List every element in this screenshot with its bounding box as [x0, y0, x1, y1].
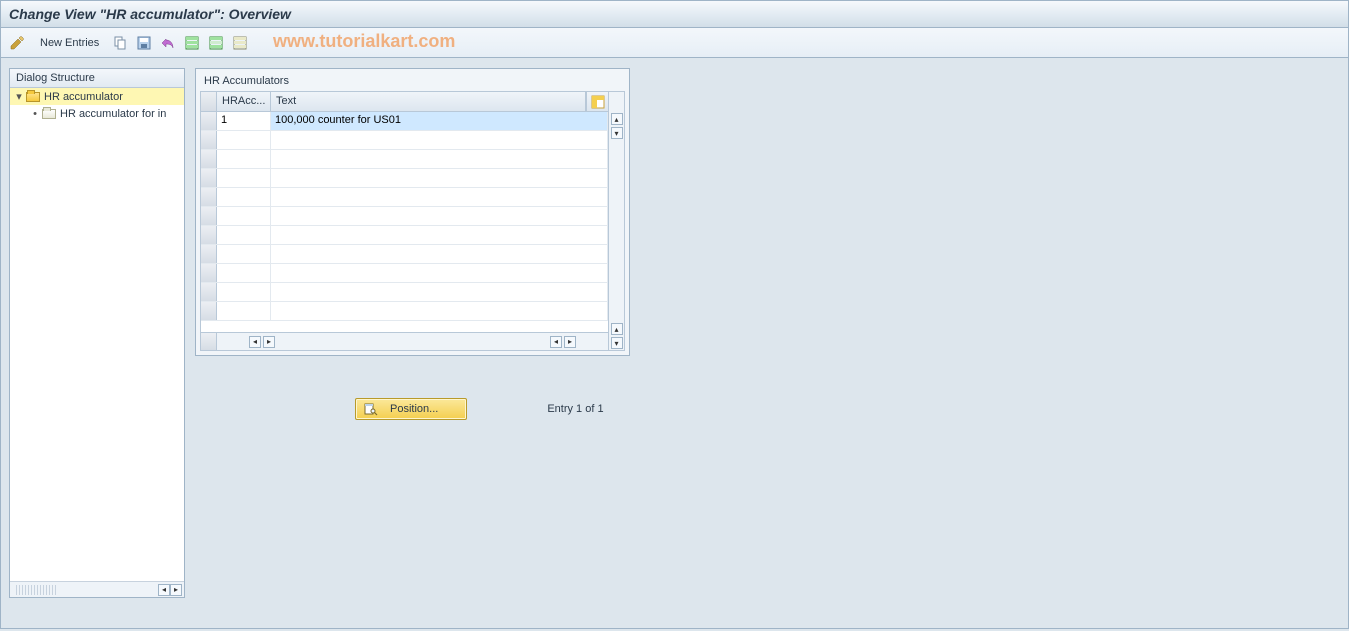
row-selector[interactable]	[201, 302, 217, 320]
dialog-structure-panel: Dialog Structure ▾ HR accumulator • HR a…	[9, 68, 185, 598]
cell-hracc[interactable]	[217, 226, 271, 244]
position-icon	[364, 402, 378, 416]
copy-icon[interactable]	[110, 33, 130, 53]
row-selector[interactable]	[201, 283, 217, 301]
row-selector-header[interactable]	[201, 92, 217, 111]
dialog-structure-hscroll: ◂ ▸	[10, 581, 184, 597]
cell-text[interactable]	[271, 264, 608, 282]
cell-hracc[interactable]	[217, 207, 271, 225]
dialog-structure-tree: ▾ HR accumulator • HR accumulator for in	[10, 88, 184, 581]
table-row[interactable]	[201, 302, 608, 321]
main-content: HR Accumulators HRAcc... Text 1	[195, 68, 630, 420]
scroll-right-icon[interactable]: ▸	[170, 584, 182, 596]
dialog-structure-header: Dialog Structure	[10, 69, 184, 88]
title-bar: Change View "HR accumulator": Overview	[0, 0, 1349, 28]
cell-hracc[interactable]	[217, 150, 271, 168]
cell-text[interactable]	[271, 188, 608, 206]
cell-hracc[interactable]	[217, 283, 271, 301]
scroll-down-icon[interactable]: ▾	[611, 337, 623, 349]
work-area: Dialog Structure ▾ HR accumulator • HR a…	[0, 58, 1349, 629]
cell-hracc[interactable]	[217, 131, 271, 149]
row-selector[interactable]	[201, 226, 217, 244]
row-selector[interactable]	[201, 264, 217, 282]
row-selector[interactable]	[201, 207, 217, 225]
position-button-label: Position...	[390, 403, 438, 415]
row-selector[interactable]	[201, 245, 217, 263]
position-button[interactable]: Position...	[355, 398, 467, 420]
scroll-up-icon[interactable]: ▴	[611, 323, 623, 335]
row-selector[interactable]	[201, 131, 217, 149]
table-row[interactable]	[201, 245, 608, 264]
table-hscroll: ◂ ▸ ◂ ▸	[201, 332, 608, 350]
table-row[interactable]	[201, 169, 608, 188]
table-title: HR Accumulators	[200, 73, 625, 91]
page-title: Change View "HR accumulator": Overview	[9, 6, 291, 22]
table-grid: HRAcc... Text 1 100,000 counter for US01	[200, 91, 625, 351]
scroll-left-icon[interactable]: ◂	[158, 584, 170, 596]
cell-text[interactable]	[271, 207, 608, 225]
cell-text[interactable]	[271, 283, 608, 301]
cell-hracc[interactable]	[217, 245, 271, 263]
bottom-row: Position... Entry 1 of 1	[195, 398, 630, 420]
cell-text[interactable]: 100,000 counter for US01	[271, 112, 608, 130]
scroll-grip-icon[interactable]	[16, 585, 56, 595]
scroll-down-icon[interactable]: ▾	[611, 127, 623, 139]
table-row[interactable]	[201, 131, 608, 150]
table-row[interactable]: 1 100,000 counter for US01	[201, 112, 608, 131]
hr-accumulators-panel: HR Accumulators HRAcc... Text 1	[195, 68, 630, 356]
row-selector[interactable]	[201, 169, 217, 187]
new-entries-button[interactable]: New Entries	[33, 34, 106, 52]
cell-text[interactable]	[271, 226, 608, 244]
tree-collapse-icon[interactable]: ▾	[14, 90, 24, 103]
tree-item-hr-accumulator-child[interactable]: • HR accumulator for in	[10, 105, 184, 122]
tree-bullet-icon: •	[30, 108, 40, 120]
deselect-all-icon[interactable]	[230, 33, 250, 53]
save-variant-icon[interactable]	[134, 33, 154, 53]
scroll-up-icon[interactable]: ▴	[611, 113, 623, 125]
cell-text[interactable]	[271, 150, 608, 168]
row-selector[interactable]	[201, 112, 217, 130]
cell-hracc[interactable]	[217, 188, 271, 206]
cell-hracc[interactable]: 1	[217, 112, 271, 130]
col-text-header[interactable]: Text	[271, 92, 586, 111]
table-row[interactable]	[201, 226, 608, 245]
undo-icon[interactable]	[158, 33, 178, 53]
tree-item-hr-accumulator[interactable]: ▾ HR accumulator	[10, 88, 184, 105]
cell-text[interactable]	[271, 245, 608, 263]
table-row[interactable]	[201, 207, 608, 226]
cell-hracc[interactable]	[217, 169, 271, 187]
folder-closed-icon	[42, 109, 56, 119]
table-row[interactable]	[201, 264, 608, 283]
table-vscroll: ▴ ▾ ▴ ▾	[608, 92, 624, 350]
cell-hracc[interactable]	[217, 264, 271, 282]
scroll-right-icon[interactable]: ▸	[263, 336, 275, 348]
scroll-left-icon[interactable]: ◂	[550, 336, 562, 348]
table-row[interactable]	[201, 188, 608, 207]
tree-item-label: HR accumulator	[44, 91, 123, 103]
select-block-icon[interactable]	[206, 33, 226, 53]
cell-text[interactable]	[271, 302, 608, 320]
edit-icon[interactable]	[7, 33, 27, 53]
cell-hracc[interactable]	[217, 302, 271, 320]
entry-counter: Entry 1 of 1	[547, 403, 603, 415]
row-selector[interactable]	[201, 150, 217, 168]
scroll-left-icon[interactable]: ◂	[249, 336, 261, 348]
table-config-icon[interactable]	[586, 92, 608, 111]
cell-text[interactable]	[271, 131, 608, 149]
col-hracc-header[interactable]: HRAcc...	[217, 92, 271, 111]
table-body: 1 100,000 counter for US01	[201, 112, 608, 332]
scroll-right-icon[interactable]: ▸	[564, 336, 576, 348]
cell-text[interactable]	[271, 169, 608, 187]
watermark: www.tutorialkart.com	[273, 31, 455, 52]
tree-item-label: HR accumulator for in	[60, 108, 166, 120]
select-all-icon[interactable]	[182, 33, 202, 53]
folder-open-icon	[26, 92, 40, 102]
toolbar: New Entries www.tutorialkart.com	[0, 28, 1349, 58]
table-row[interactable]	[201, 283, 608, 302]
row-selector[interactable]	[201, 188, 217, 206]
table-header: HRAcc... Text	[201, 92, 608, 112]
table-row[interactable]	[201, 150, 608, 169]
